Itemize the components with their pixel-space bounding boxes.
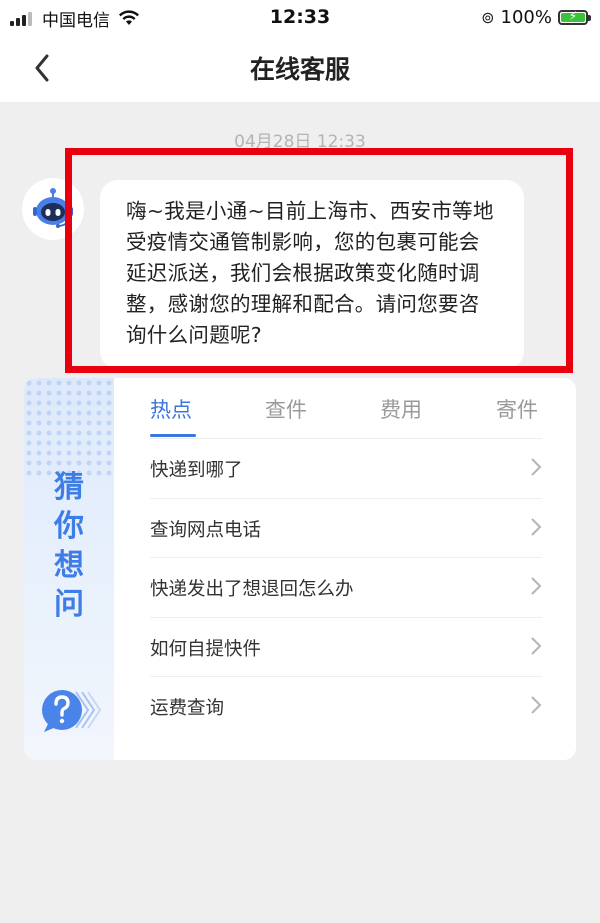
bot-message-bubble: 嗨~我是小通~目前上海市、西安市等地受疫情交通管制影响，您的包裹可能会延迟派送，… — [100, 180, 524, 369]
question-tabs: 热点 查件 费用 寄件 — [150, 378, 576, 438]
side-label-char: 你 — [54, 509, 84, 544]
side-label: 猜 你 想 问 — [24, 468, 114, 624]
chevron-right-icon — [531, 577, 542, 595]
status-right: ⊚ 100% ⚡ — [481, 6, 591, 28]
message-timestamp: 04月28日 12:33 — [234, 132, 366, 152]
side-label-char: 猜 — [54, 470, 84, 505]
chevron-right-icon — [531, 458, 542, 476]
nav-bar: 在线客服 — [0, 36, 600, 102]
question-item[interactable]: 运费查询 — [150, 677, 542, 736]
chevron-right-icon — [531, 636, 542, 655]
chevron-right-icon — [531, 517, 542, 536]
robot-icon — [33, 188, 73, 228]
tab-shipping[interactable]: 寄件 — [496, 394, 538, 424]
guess-question-panel: 猜 你 想 问 热点 查件 费用 寄件 快递到哪了 查询网点电话 快递发出了想退… — [24, 378, 576, 760]
question-label: 运费查询 — [150, 698, 225, 719]
tab-fees[interactable]: 费用 — [380, 394, 422, 424]
bot-message-text: 嗨~我是小通~目前上海市、西安市等地受疫情交通管制影响，您的包裹可能会延迟派送，… — [126, 199, 494, 347]
question-item[interactable]: 快递到哪了 — [150, 439, 542, 499]
chevron-right-icon — [531, 696, 542, 714]
question-item[interactable]: 快递发出了想退回怎么办 — [150, 558, 542, 618]
page-title: 在线客服 — [249, 55, 350, 84]
question-label: 快递发出了想退回怎么办 — [150, 579, 354, 600]
question-item[interactable]: 如何自提快件 — [150, 618, 542, 677]
question-label: 如何自提快件 — [150, 638, 262, 660]
question-bubble-icon — [42, 690, 102, 732]
panel-side-banner: 猜 你 想 问 — [24, 378, 114, 760]
question-label: 快递到哪了 — [150, 460, 243, 481]
active-tab-indicator — [150, 434, 196, 437]
dot-pattern — [24, 378, 114, 478]
question-list: 快递到哪了 查询网点电话 快递发出了想退回怎么办 如何自提快件 运费查询 — [150, 439, 542, 736]
tab-tracking[interactable]: 查件 — [265, 394, 307, 424]
battery-percentage: 100% — [500, 6, 552, 28]
bot-avatar — [22, 178, 84, 240]
tab-hot[interactable]: 热点 — [150, 394, 192, 424]
orientation-lock-icon: ⊚ — [481, 7, 495, 27]
question-item[interactable]: 查询网点电话 — [150, 499, 542, 558]
side-label-char: 问 — [54, 587, 84, 622]
status-bar: 中国电信 12:33 ⊚ 100% ⚡ — [0, 0, 600, 36]
side-label-char: 想 — [54, 548, 84, 583]
battery-charging-icon: ⚡ — [558, 9, 591, 25]
question-label: 查询网点电话 — [150, 519, 262, 541]
